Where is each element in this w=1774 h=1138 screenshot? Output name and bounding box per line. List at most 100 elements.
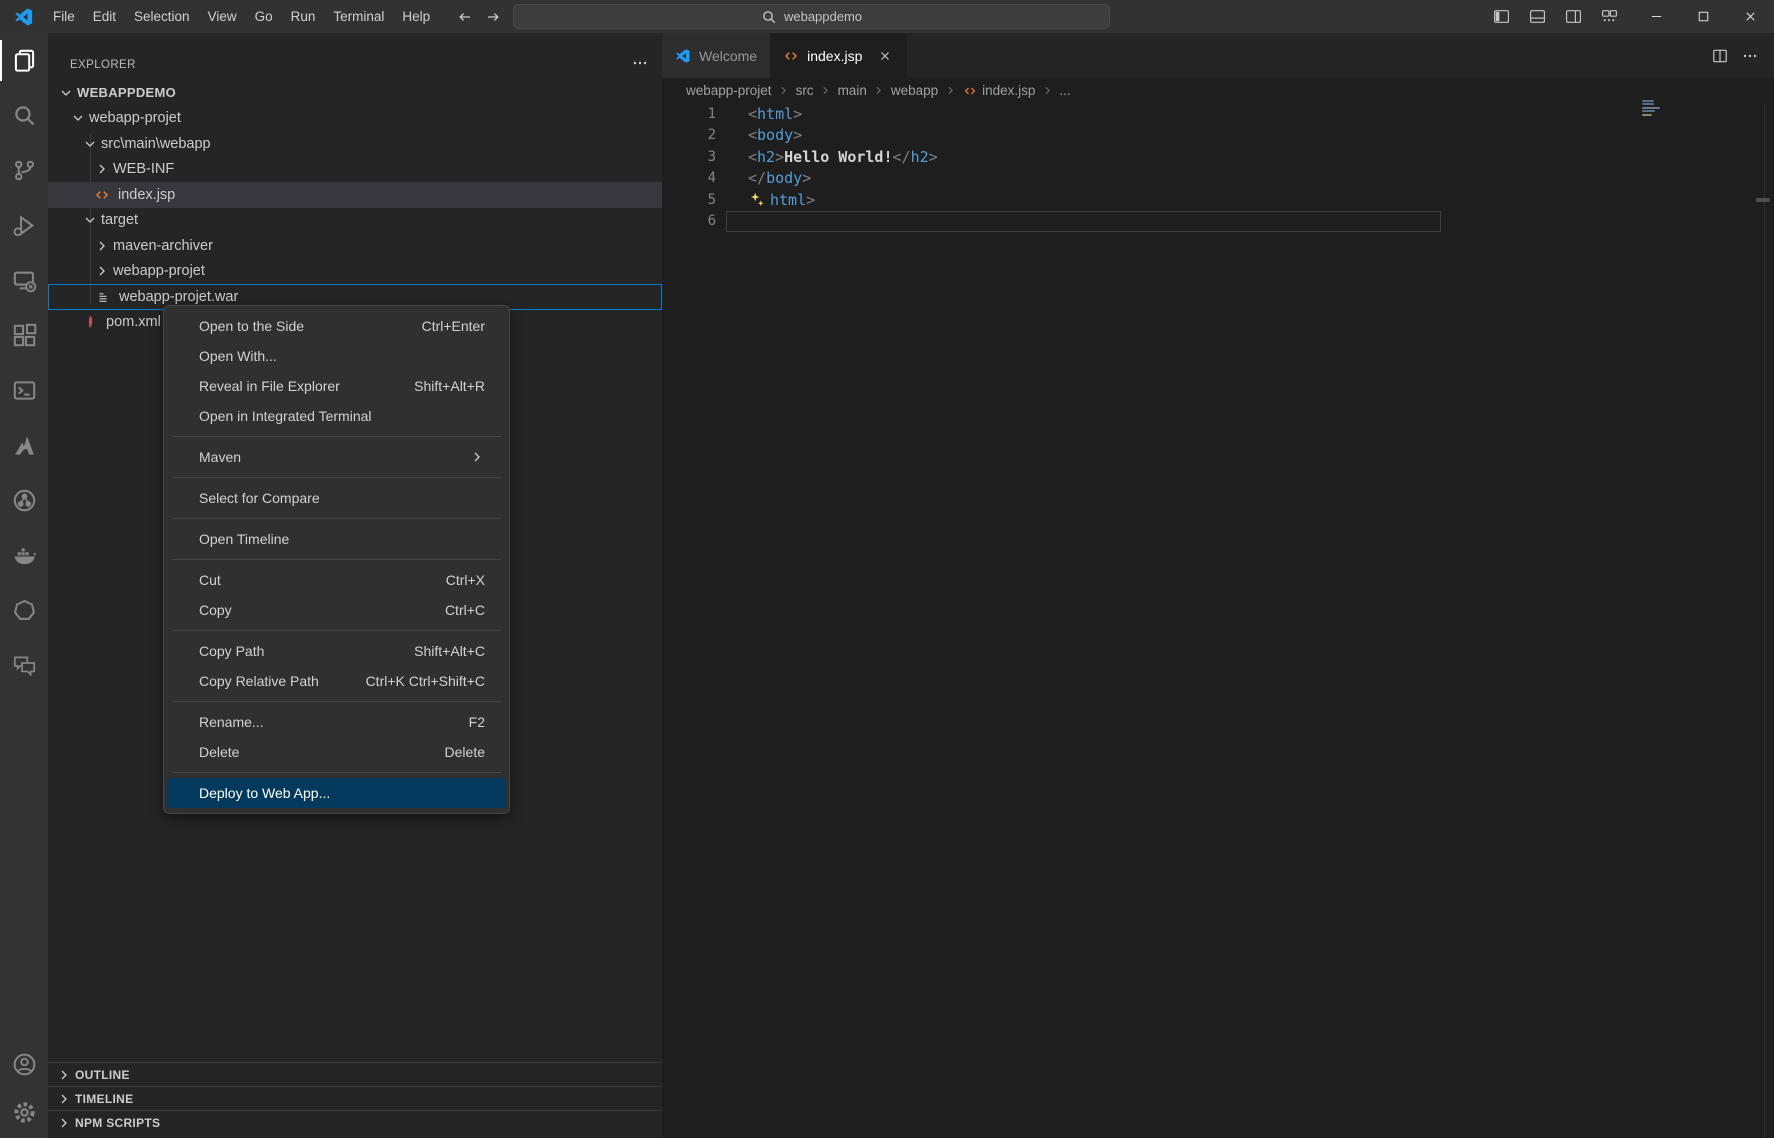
- menu-item-reveal-in-file-explorer[interactable]: Reveal in File ExplorerShift+Alt+R: [164, 371, 509, 401]
- code-editor[interactable]: 1<html>2<body>3<h2>Hello World!</h2>4</b…: [662, 103, 1774, 232]
- menubar-item-help[interactable]: Help: [393, 0, 439, 33]
- code-line-2[interactable]: 2<body>: [662, 125, 1774, 147]
- explorer-more-actions-icon[interactable]: [632, 55, 648, 71]
- section-outline[interactable]: OUTLINE: [48, 1062, 662, 1086]
- activity-commit-graph[interactable]: [0, 473, 48, 528]
- breadcrumb-item-main[interactable]: main: [838, 83, 867, 98]
- tab-label: index.jsp: [807, 48, 862, 64]
- chevron-right-icon: [943, 84, 957, 98]
- chevron-right-icon: [777, 84, 791, 98]
- activity-search[interactable]: [0, 88, 48, 143]
- split-editor-icon[interactable]: [1712, 48, 1728, 64]
- window-controls: [1633, 0, 1774, 33]
- minimap-line: [1642, 103, 1654, 105]
- menubar-item-terminal[interactable]: Terminal: [324, 0, 393, 33]
- menu-item-copy[interactable]: CopyCtrl+C: [164, 595, 509, 625]
- activity-comments[interactable]: [0, 638, 48, 693]
- nav-forward-button[interactable]: [480, 0, 506, 33]
- command-center-search[interactable]: webappdemo: [513, 4, 1110, 29]
- menu-item-open-with[interactable]: Open With...: [164, 341, 509, 371]
- menu-item-deploy-to-web-app[interactable]: Deploy to Web App...: [167, 778, 506, 808]
- menubar-item-edit[interactable]: Edit: [84, 0, 125, 33]
- tree-item-maven-archiver[interactable]: maven-archiver: [48, 233, 662, 259]
- line-number: 5: [662, 192, 716, 208]
- code-token: </: [748, 169, 766, 187]
- menu-item-label: Open in Integrated Terminal: [199, 408, 372, 424]
- tree-item-label: webapp-projet.war: [119, 289, 238, 305]
- menu-item-copy-relative-path[interactable]: Copy Relative PathCtrl+K Ctrl+Shift+C: [164, 666, 509, 696]
- activity-settings[interactable]: [0, 1088, 48, 1136]
- code-line-3[interactable]: 3<h2>Hello World!</h2>: [662, 146, 1774, 168]
- activity-accounts[interactable]: [0, 1040, 48, 1088]
- chevron-right-icon: [872, 84, 886, 98]
- remote-icon: [12, 268, 37, 293]
- activity-remote-explorer[interactable]: [0, 253, 48, 308]
- menu-item-delete[interactable]: DeleteDelete: [164, 737, 509, 767]
- menubar-item-selection[interactable]: Selection: [125, 0, 199, 33]
- activity-source-control[interactable]: [0, 143, 48, 198]
- activity-kubernetes[interactable]: [0, 583, 48, 638]
- more-icon[interactable]: [1742, 48, 1758, 64]
- layout-secondary-sidebar-icon[interactable]: [1559, 0, 1587, 33]
- search-icon: [12, 103, 37, 128]
- tree-item-label: index.jsp: [118, 187, 175, 203]
- menu-item-label: Reveal in File Explorer: [199, 378, 340, 394]
- tree-item-src-main-webapp[interactable]: src\main\webapp: [48, 131, 662, 157]
- breadcrumb-item-webapp[interactable]: webapp: [891, 83, 938, 98]
- activity-extensions[interactable]: [0, 308, 48, 363]
- menu-separator: [172, 701, 501, 702]
- section-timeline[interactable]: TIMELINE: [48, 1086, 662, 1110]
- azure-icon: [12, 433, 37, 458]
- tree-item-webapp-projet[interactable]: webapp-projet: [48, 106, 662, 132]
- close-icon[interactable]: [876, 47, 894, 65]
- close-icon[interactable]: [1727, 0, 1774, 33]
- menu-item-select-for-compare[interactable]: Select for Compare: [164, 483, 509, 513]
- menubar-item-go[interactable]: Go: [246, 0, 282, 33]
- breadcrumb-item-src[interactable]: src: [796, 83, 814, 98]
- breadcrumb-item-webapp-projet[interactable]: webapp-projet: [686, 83, 772, 98]
- section-npm-scripts[interactable]: NPM SCRIPTS: [48, 1110, 662, 1134]
- docker-icon: [12, 543, 37, 568]
- code-tokens: <body>: [748, 126, 802, 144]
- activity-terminal[interactable]: [0, 363, 48, 418]
- menu-item-cut[interactable]: CutCtrl+X: [164, 565, 509, 595]
- minimap[interactable]: [1642, 100, 1672, 117]
- menu-item-maven[interactable]: Maven: [164, 442, 509, 472]
- layout-customize-icon[interactable]: [1595, 0, 1623, 33]
- tree-item-webapp-projet[interactable]: webapp-projet: [48, 259, 662, 285]
- activity-run-debug[interactable]: [0, 198, 48, 253]
- menu-item-open-in-integrated-terminal[interactable]: Open in Integrated Terminal: [164, 401, 509, 431]
- gear-icon: [12, 1100, 37, 1125]
- menu-item-open-to-the-side[interactable]: Open to the SideCtrl+Enter: [164, 311, 509, 341]
- nav-back-button[interactable]: [452, 0, 478, 33]
- maximize-icon[interactable]: [1680, 0, 1727, 33]
- menu-item-label: Open to the Side: [199, 318, 304, 334]
- menu-item-rename[interactable]: Rename...F2: [164, 707, 509, 737]
- tree-item-target[interactable]: target: [48, 208, 662, 234]
- scrollbar-handle[interactable]: [1756, 198, 1770, 202]
- code-line-5[interactable]: 5html>: [662, 189, 1774, 211]
- activity-explorer[interactable]: [0, 33, 48, 88]
- tab-welcome[interactable]: Welcome: [662, 33, 770, 78]
- tree-item-index-jsp[interactable]: index.jsp: [48, 182, 662, 208]
- menubar-item-run[interactable]: Run: [282, 0, 325, 33]
- activity-azure[interactable]: [0, 418, 48, 473]
- tab-index-jsp[interactable]: index.jsp: [770, 33, 907, 78]
- menu-item-open-timeline[interactable]: Open Timeline: [164, 524, 509, 554]
- code-line-1[interactable]: 1<html>: [662, 103, 1774, 125]
- tree-item-webappdemo[interactable]: WEBAPPDEMO: [48, 80, 662, 106]
- tree-item-label: WEB-INF: [113, 161, 174, 177]
- breadcrumb-item-[interactable]: ...: [1059, 83, 1070, 98]
- layout-sidebar-icon[interactable]: [1487, 0, 1515, 33]
- breadcrumb-item-index-jsp[interactable]: index.jsp: [982, 83, 1035, 98]
- menubar-item-view[interactable]: View: [199, 0, 246, 33]
- tree-item-web-inf[interactable]: WEB-INF: [48, 157, 662, 183]
- menubar-item-file[interactable]: File: [44, 0, 84, 33]
- code-line-4[interactable]: 4</body>: [662, 168, 1774, 190]
- layout-panel-icon[interactable]: [1523, 0, 1551, 33]
- activity-docker[interactable]: [0, 528, 48, 583]
- account-icon: [12, 1052, 37, 1077]
- menu-item-copy-path[interactable]: Copy PathShift+Alt+C: [164, 636, 509, 666]
- minimize-icon[interactable]: [1633, 0, 1680, 33]
- code-icon: [94, 187, 110, 203]
